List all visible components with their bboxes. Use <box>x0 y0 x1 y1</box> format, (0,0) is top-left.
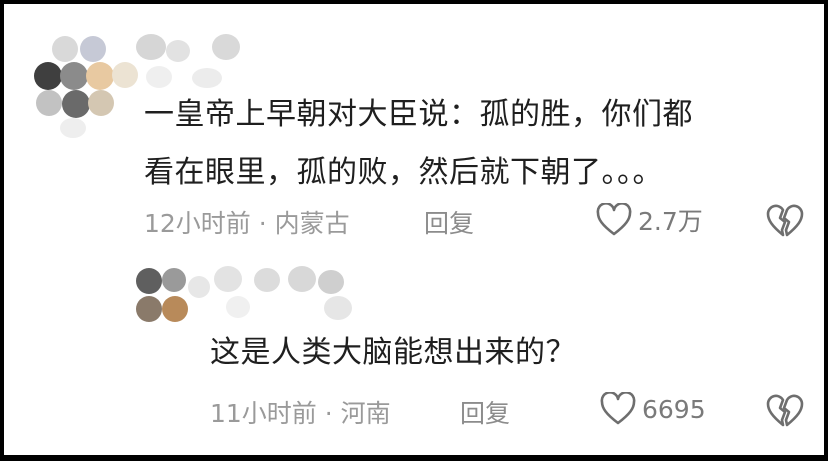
comment-line: 一皇帝上早朝对大臣说：孤的胜，你们都 <box>144 97 693 132</box>
comment-panel: 一皇帝上早朝对大臣说：孤的胜，你们都 看在眼里，孤的败，然后就下朝了。。。 12… <box>4 4 824 455</box>
reply-button[interactable]: 回复 <box>424 204 474 240</box>
comment-meta: 11小时前 · 河南 <box>210 399 391 428</box>
dislike-button[interactable] <box>766 394 804 428</box>
comment-line: 看在眼里，孤的败，然后就下朝了。。。 <box>144 155 663 190</box>
username[interactable] <box>136 34 246 94</box>
avatar[interactable] <box>132 266 222 332</box>
like-button[interactable]: 2.7万 <box>596 202 703 238</box>
dislike-button[interactable] <box>766 204 804 238</box>
like-button[interactable]: 6695 <box>600 392 706 426</box>
avatar[interactable] <box>32 34 142 144</box>
heart-outline-icon <box>600 392 636 426</box>
comment-text: 这是人类大脑能想出来的？ <box>210 335 576 370</box>
heart-outline-icon <box>596 203 632 237</box>
broken-heart-icon <box>766 204 804 238</box>
reply-button[interactable]: 回复 <box>460 394 510 430</box>
comment-meta: 12小时前 · 内蒙古 <box>144 209 350 238</box>
like-count: 6695 <box>642 394 706 424</box>
broken-heart-icon <box>766 394 804 428</box>
like-count: 2.7万 <box>638 207 703 236</box>
comment-text: 一皇帝上早朝对大臣说：孤的胜，你们都 看在眼里，孤的败，然后就下朝了。。。 <box>144 86 693 202</box>
